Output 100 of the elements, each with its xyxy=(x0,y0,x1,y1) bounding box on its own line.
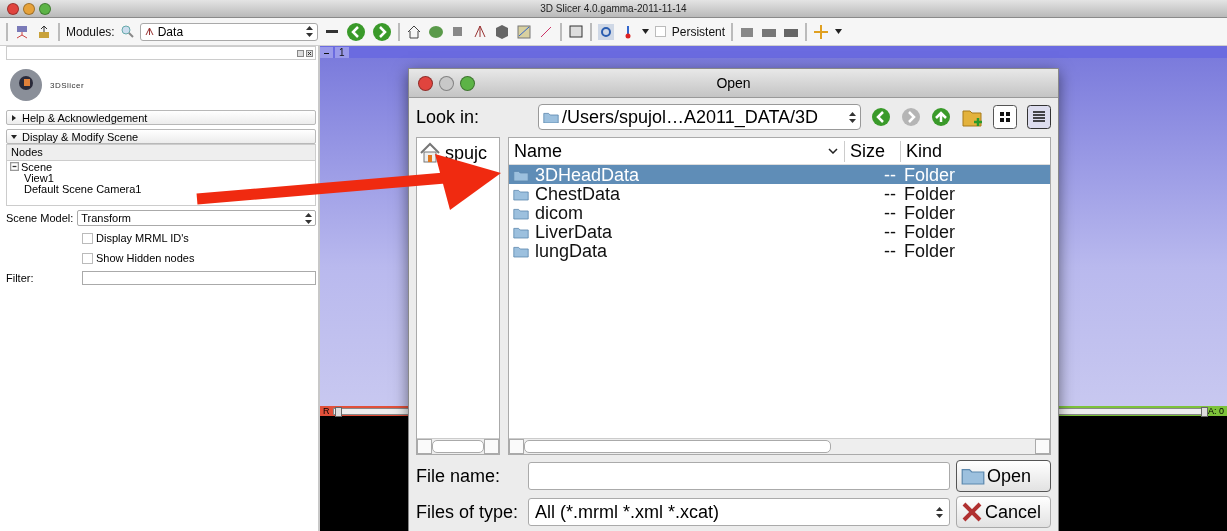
up-icon[interactable] xyxy=(931,107,951,127)
file-kind: Folder xyxy=(903,222,957,243)
layout-icon[interactable] xyxy=(567,23,584,40)
cancel-icon xyxy=(961,501,983,523)
folder-icon xyxy=(513,188,529,201)
file-row[interactable]: LiverData -- Folder xyxy=(509,222,1050,241)
folder-icon xyxy=(961,466,985,486)
section-header[interactable]: Display & Modify Scene xyxy=(6,129,316,144)
dropdown-icon[interactable] xyxy=(835,29,843,34)
grid-view-icon[interactable] xyxy=(993,105,1017,129)
field-label: Filter: xyxy=(6,272,35,284)
minus-icon xyxy=(324,50,329,56)
file-kind: Folder xyxy=(903,241,957,262)
back-icon[interactable] xyxy=(345,21,366,42)
slider-thumb[interactable] xyxy=(334,406,342,417)
file-name: ChestData xyxy=(535,184,621,205)
slice-label: R xyxy=(323,406,330,416)
close-icon[interactable] xyxy=(306,49,313,57)
updown-icon xyxy=(305,26,313,37)
scrollbar[interactable] xyxy=(417,438,499,454)
home-icon[interactable] xyxy=(405,23,422,40)
folder-icon xyxy=(513,207,529,220)
persistent-checkbox[interactable] xyxy=(654,26,666,37)
slice-label: A: 0 xyxy=(1208,406,1224,416)
hierarchy-icon xyxy=(144,27,154,36)
file-name: 3DHeadData xyxy=(535,165,640,186)
caret-down-icon xyxy=(11,133,17,140)
file-size: -- xyxy=(883,203,897,224)
checkbox[interactable] xyxy=(82,252,93,264)
module-select[interactable]: Data xyxy=(139,22,318,41)
tree-item[interactable]: Scene xyxy=(21,160,53,173)
logo-text: 3DSlicer xyxy=(50,80,85,90)
file-row[interactable]: lungData -- Folder xyxy=(509,241,1050,260)
filter-field[interactable] xyxy=(82,271,316,285)
cancel-button[interactable]: Cancel xyxy=(956,496,1051,528)
updown-icon xyxy=(936,506,943,518)
network-icon[interactable] xyxy=(14,23,30,40)
tree-item[interactable]: Default Scene Camera1 xyxy=(24,182,142,195)
path-select[interactable]: /Users/spujol…A2011_DATA/3D xyxy=(538,104,861,130)
home-icon xyxy=(419,142,441,164)
column-header[interactable]: Name xyxy=(509,140,844,162)
folder-icon xyxy=(543,110,559,124)
minimize-button[interactable] xyxy=(23,2,35,15)
tree-item[interactable]: View1 xyxy=(24,171,54,184)
zoom-button[interactable] xyxy=(460,75,475,91)
file-kind: Folder xyxy=(903,203,957,224)
scene-model-select[interactable]: Transform xyxy=(77,210,316,226)
field-label: File name: xyxy=(416,465,502,487)
updown-icon xyxy=(849,111,856,123)
dropdown-icon[interactable] xyxy=(641,29,649,34)
persistent-label: Persistent xyxy=(671,24,726,39)
file-size: -- xyxy=(883,222,897,243)
collapse-icon[interactable] xyxy=(10,162,19,171)
forward-icon[interactable] xyxy=(371,21,392,42)
scrollbar[interactable] xyxy=(509,438,1050,454)
caret-right-icon xyxy=(11,114,17,121)
section-header[interactable]: Help & Acknowledgement xyxy=(6,110,316,125)
file-type-select[interactable]: All (*.mrml *.xml *.xcat) xyxy=(528,498,950,526)
crosshair-icon[interactable] xyxy=(813,23,830,40)
chart-icon[interactable] xyxy=(515,23,532,40)
back-icon[interactable] xyxy=(871,107,891,127)
file-name: LiverData xyxy=(535,222,613,243)
column-header: Nodes xyxy=(7,145,315,161)
forward-icon[interactable] xyxy=(901,107,921,127)
field-label: Files of type: xyxy=(416,501,520,523)
close-button[interactable] xyxy=(418,75,433,91)
file-row[interactable]: dicom -- Folder xyxy=(509,203,1050,222)
file-row[interactable]: ChestData -- Folder xyxy=(509,184,1050,203)
folder-icon xyxy=(513,226,529,239)
field-label: Scene Model: xyxy=(6,212,74,224)
checkbox-label: Display MRML ID's xyxy=(96,232,189,244)
column-header[interactable]: Kind xyxy=(900,140,1050,162)
updown-icon xyxy=(305,212,312,224)
look-in-label: Look in: xyxy=(416,106,480,128)
file-kind: Folder xyxy=(903,184,957,205)
search-field[interactable] xyxy=(6,46,316,60)
file-size: -- xyxy=(883,241,897,262)
file-row[interactable]: 3DHeadData -- Folder xyxy=(509,165,1050,184)
column-header[interactable]: Size xyxy=(844,140,900,162)
zoom-button[interactable] xyxy=(39,2,51,15)
places-item[interactable]: spujc xyxy=(417,138,499,168)
module-name: Data xyxy=(157,24,184,39)
view-tab[interactable]: 1 xyxy=(335,46,349,58)
slider-thumb[interactable] xyxy=(1201,406,1208,417)
file-size: -- xyxy=(883,184,897,205)
folder-icon xyxy=(513,169,529,182)
checkbox-label: Show Hidden nodes xyxy=(96,252,195,264)
pin-button[interactable] xyxy=(320,46,333,58)
modules-label: Modules: xyxy=(66,24,115,39)
dialog-title: Open xyxy=(715,75,752,91)
list-view-icon[interactable] xyxy=(1027,105,1051,129)
close-button[interactable] xyxy=(7,2,19,15)
sort-icon xyxy=(828,148,838,154)
minimize-button[interactable] xyxy=(439,75,454,91)
open-button[interactable]: Open xyxy=(956,460,1051,492)
file-name-field[interactable] xyxy=(528,462,950,490)
checkbox[interactable] xyxy=(82,232,93,244)
folder-icon xyxy=(513,245,529,258)
file-name: dicom xyxy=(535,203,583,224)
upload-icon[interactable] xyxy=(36,23,52,40)
